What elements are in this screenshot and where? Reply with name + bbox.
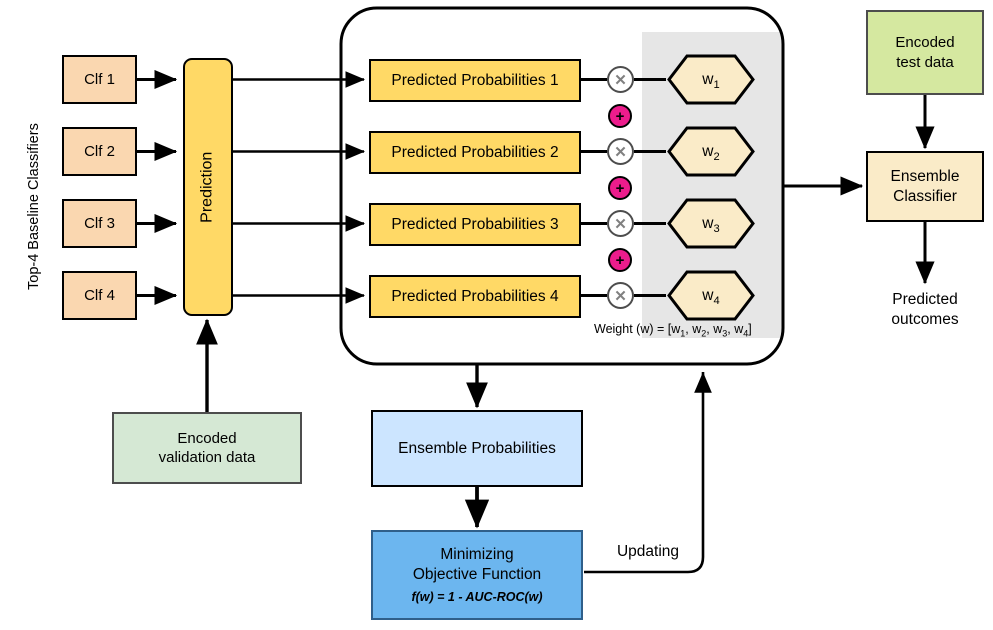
add-operator-2: +	[608, 176, 632, 200]
weight-base-1: w	[702, 71, 714, 88]
objective-line-2: Objective Function	[412, 565, 542, 583]
weight-label-4: w4	[669, 287, 753, 307]
weight-note-sep-1: , w	[685, 322, 702, 336]
weight-base-2: w	[702, 143, 714, 160]
predicted-probabilities-box-2[interactable]: Predicted Probabilities 2	[369, 131, 581, 174]
prediction-block[interactable]: Prediction	[183, 58, 233, 316]
ensemble-classifier-box[interactable]: Ensemble Classifier	[866, 151, 984, 222]
classifier-box-4[interactable]: Clf 4	[62, 271, 137, 320]
edge-probabilities-to-multiply	[580, 78, 607, 297]
encoded-test-data-box[interactable]: Encoded test data	[866, 10, 984, 95]
classifier-box-3[interactable]: Clf 3	[62, 199, 137, 248]
predicted-probabilities-label-1: Predicted Probabilities 1	[391, 71, 559, 89]
classifier-label-1: Clf 1	[84, 70, 115, 88]
updating-edge-label: Updating	[600, 542, 696, 562]
edge-multiply-to-weight	[634, 78, 666, 297]
weight-base-3: w	[702, 215, 714, 232]
predicted-probabilities-label-2: Predicted Probabilities 2	[391, 143, 559, 161]
weight-sub-2: 2	[713, 151, 720, 164]
encoded-validation-data-box[interactable]: Encoded validation data	[112, 412, 302, 484]
plus-icon: +	[615, 179, 625, 197]
weight-note-prefix: Weight (w) = [w	[594, 322, 681, 336]
classifier-label-2: Clf 2	[84, 142, 115, 160]
weight-vector-note: Weight (w) = [w1, w2, w3, w4]	[594, 322, 752, 339]
updating-label-text: Updating	[616, 543, 680, 560]
validation-data-line-2: validation data	[158, 449, 256, 466]
ensemble-probabilities-label: Ensemble Probabilities	[398, 439, 556, 457]
test-data-line-2: test data	[896, 53, 954, 71]
predicted-probabilities-box-1[interactable]: Predicted Probabilities 1	[369, 59, 581, 102]
objective-formula: f(w) = 1 - AUC-ROC(w)	[411, 590, 543, 605]
multiply-operator-1: ✕	[607, 66, 634, 93]
weight-note-suffix: ]	[748, 322, 752, 336]
classifier-box-2[interactable]: Clf 2	[62, 127, 137, 176]
weight-sub-1: 1	[713, 79, 720, 92]
multiply-icon: ✕	[614, 71, 627, 89]
weight-note-sep-2: , w	[706, 322, 723, 336]
prediction-label: Prediction	[198, 151, 216, 223]
predicted-outcomes-label: Predicted outcomes	[862, 290, 988, 330]
predicted-outcomes-line-2: outcomes	[891, 311, 959, 329]
objective-line-1: Minimizing	[440, 545, 514, 563]
plus-icon: +	[615, 107, 625, 125]
add-operator-1: +	[608, 104, 632, 128]
predicted-probabilities-box-3[interactable]: Predicted Probabilities 3	[369, 203, 581, 246]
weight-label-2: w2	[669, 143, 753, 163]
test-data-line-1: Encoded	[895, 34, 955, 52]
weight-base-4: w	[702, 287, 714, 304]
objective-function-box[interactable]: Minimizing Objective Function f(w) = 1 -…	[371, 530, 583, 620]
weight-note-sep-3: , w	[727, 322, 744, 336]
baseline-classifiers-label: Top-4 Baseline Classifiers	[26, 123, 42, 290]
weight-label-3: w3	[669, 215, 753, 235]
ensemble-classifier-line-1: Ensemble	[890, 167, 960, 185]
ensemble-classifier-line-2: Classifier	[893, 187, 957, 205]
classifier-label-4: Clf 4	[84, 286, 115, 304]
add-operator-3: +	[608, 248, 632, 272]
predicted-probabilities-label-3: Predicted Probabilities 3	[391, 215, 559, 233]
weight-label-1: w1	[669, 71, 753, 91]
multiply-operator-3: ✕	[607, 210, 634, 237]
predicted-probabilities-label-4: Predicted Probabilities 4	[391, 287, 559, 305]
edge-clf-to-prediction	[137, 69, 178, 306]
weight-sub-3: 3	[713, 223, 720, 236]
multiply-operator-2: ✕	[607, 138, 634, 165]
classifier-label-3: Clf 3	[84, 214, 115, 232]
multiply-icon: ✕	[614, 287, 627, 305]
plus-icon: +	[615, 251, 625, 269]
ensemble-probabilities-box[interactable]: Ensemble Probabilities	[371, 410, 583, 487]
weight-hexagon-group	[667, 54, 755, 321]
classifier-box-1[interactable]: Clf 1	[62, 55, 137, 104]
validation-data-line-1: Encoded	[177, 429, 237, 447]
diagram-canvas: Top-4 Baseline Classifiers Clf 1 Clf 2 C…	[0, 0, 993, 630]
multiply-icon: ✕	[614, 143, 627, 161]
predicted-outcomes-line-1: Predicted	[892, 291, 958, 308]
weight-sub-4: 4	[713, 295, 720, 308]
predicted-probabilities-box-4[interactable]: Predicted Probabilities 4	[369, 275, 581, 318]
multiply-icon: ✕	[614, 215, 627, 233]
edge-prediction-to-probabilities	[233, 71, 366, 304]
multiply-operator-4: ✕	[607, 282, 634, 309]
